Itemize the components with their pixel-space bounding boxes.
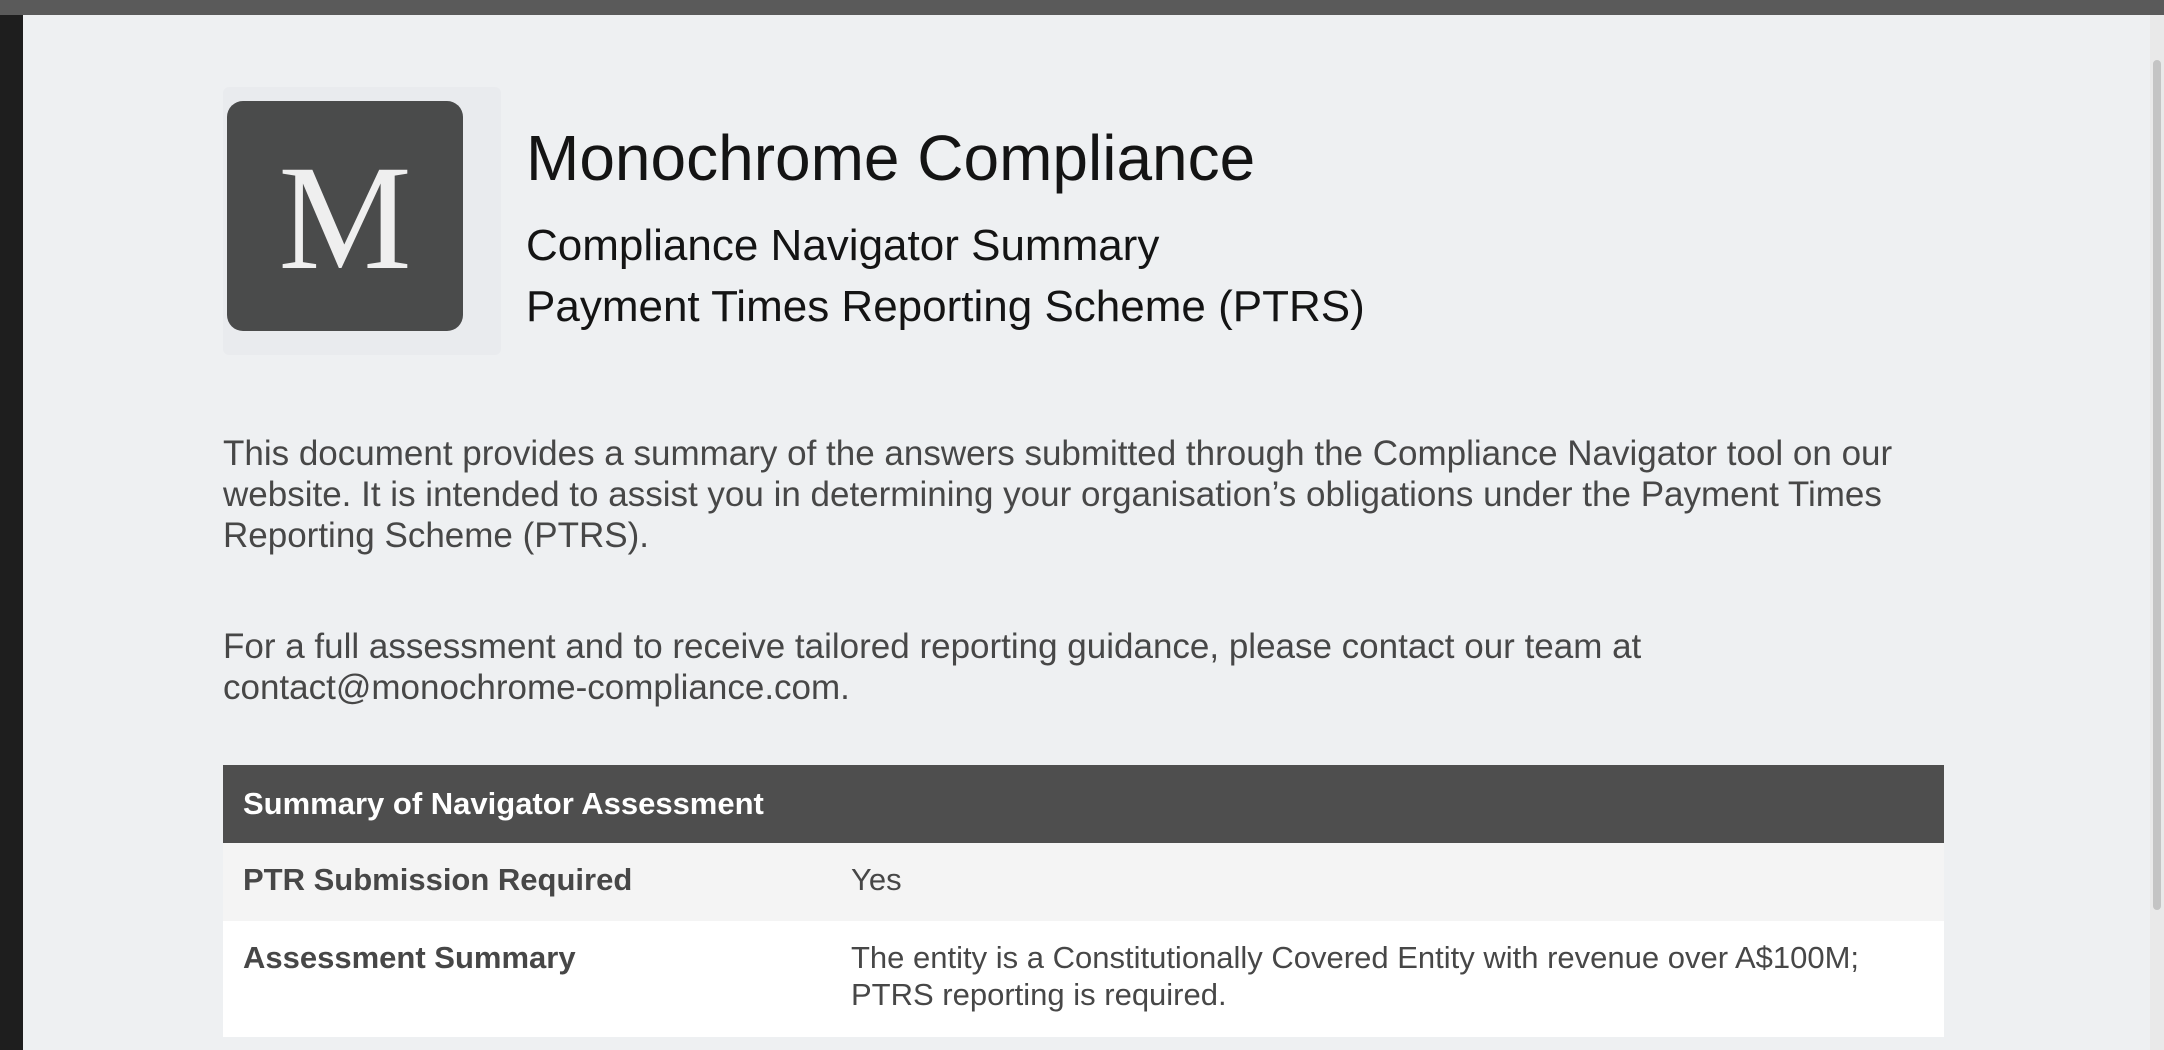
- company-title: Monochrome Compliance: [526, 122, 1256, 194]
- row-label: Assessment Summary: [223, 921, 831, 1037]
- table-row: Assessment Summary The entity is a Const…: [223, 921, 1944, 1037]
- summary-table-heading: Summary of Navigator Assessment: [223, 765, 1944, 843]
- window-top-bar: [0, 0, 2164, 15]
- table-row: PTR Submission Required Yes: [223, 843, 1944, 921]
- scheme-subtitle: Payment Times Reporting Scheme (PTRS): [526, 282, 1365, 331]
- scrollbar-thumb[interactable]: [2153, 60, 2161, 910]
- contact-paragraph: For a full assessment and to receive tai…: [223, 627, 1642, 707]
- intro-paragraph: This document provides a summary of the …: [223, 434, 1893, 555]
- summary-table-header-row: Summary of Navigator Assessment: [223, 765, 1944, 843]
- row-value: Yes: [831, 843, 1944, 921]
- row-value: The entity is a Constitutionally Covered…: [831, 921, 1944, 1037]
- summary-table: Summary of Navigator Assessment PTR Subm…: [223, 765, 1944, 1037]
- document-subtitle: Compliance Navigator Summary: [526, 221, 1160, 270]
- company-logo: M: [227, 101, 463, 331]
- logo-letter: M: [278, 135, 412, 301]
- row-label: PTR Submission Required: [223, 843, 831, 921]
- window-left-edge: [0, 15, 23, 1050]
- document-page: M Monochrome Compliance Compliance Navig…: [23, 15, 2150, 1050]
